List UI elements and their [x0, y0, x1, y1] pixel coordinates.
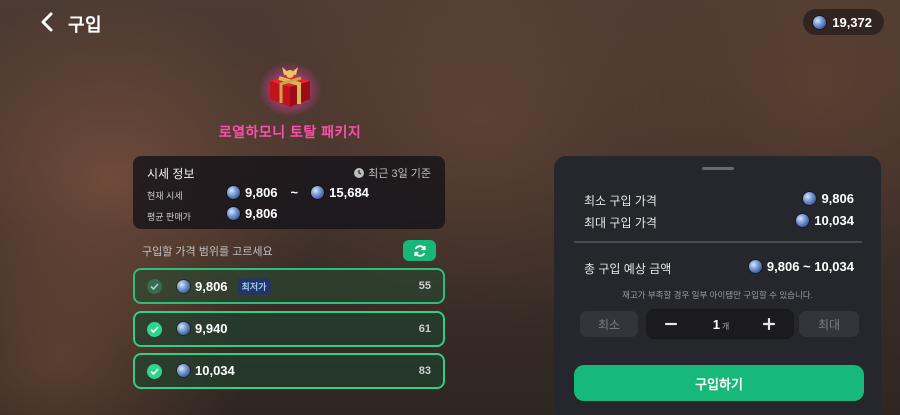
- back-button[interactable]: [36, 10, 60, 34]
- quantity-stepper: 1개: [646, 309, 794, 339]
- drag-handle[interactable]: [702, 167, 734, 170]
- check-icon: [147, 322, 162, 337]
- currency-balance: 19,372: [803, 9, 884, 35]
- coin-icon: [177, 364, 190, 377]
- balance-value: 19,372: [832, 14, 872, 30]
- price-option[interactable]: 10,034 83: [133, 353, 445, 389]
- minus-icon: [664, 322, 678, 326]
- refresh-button[interactable]: [403, 240, 436, 261]
- buy-button[interactable]: 구입하기: [574, 365, 864, 401]
- lowest-price-badge: 최저가: [236, 278, 272, 295]
- coin-icon: [311, 186, 325, 199]
- current-price-label: 현재 시세: [147, 191, 183, 201]
- option-count: 83: [418, 365, 431, 377]
- max-price-value: 10,034: [796, 213, 854, 228]
- min-price-label: 최소 구입 가격: [584, 194, 657, 208]
- option-price: 9,940: [177, 321, 228, 336]
- option-price: 10,034: [177, 363, 235, 378]
- quantity-value[interactable]: 1개: [701, 317, 741, 332]
- total-estimate-label: 총 구입 예상 금액: [584, 262, 672, 276]
- min-quantity-button[interactable]: 최소: [580, 311, 638, 337]
- plus-icon: [762, 317, 776, 331]
- choose-range-label: 구입할 가격 범위를 고르세요: [142, 246, 273, 258]
- price-info-title: 시세 정보: [147, 167, 195, 181]
- price-option[interactable]: 9,940 61: [133, 311, 445, 347]
- page-title: 구입: [68, 15, 103, 35]
- coin-icon: [748, 260, 762, 273]
- average-price-value: 9,806: [227, 206, 278, 221]
- max-price-label: 최대 구입 가격: [584, 216, 657, 230]
- option-count: 61: [418, 323, 431, 335]
- current-price-range: 9,806 ~ 15,684: [227, 185, 369, 200]
- price-info-box: 시세 정보 최근 3일 기준 현재 시세 9,806 ~ 15,684 평균 판…: [133, 156, 445, 229]
- price-option[interactable]: 9,806 최저가 55: [133, 268, 445, 304]
- coin-icon: [227, 207, 240, 220]
- coin-icon: [813, 15, 827, 29]
- coin-icon: [796, 214, 810, 227]
- check-icon: [147, 364, 162, 379]
- check-icon: [147, 279, 162, 294]
- purchase-panel: 최소 구입 가격 9,806 최대 구입 가격 10,034 총 구입 예상 금…: [554, 156, 881, 415]
- quantity-unit: 개: [721, 322, 730, 331]
- coin-icon: [803, 192, 817, 205]
- divider: [574, 241, 862, 243]
- option-price: 9,806 최저가: [177, 278, 272, 295]
- decrease-button[interactable]: [660, 313, 682, 335]
- chevron-left-icon: [41, 12, 53, 32]
- price-info-period: 최근 3일 기준: [354, 165, 431, 181]
- range-separator: ~: [290, 185, 299, 200]
- item-name: 로열하모니 토탈 패키지: [218, 124, 362, 140]
- average-price-label: 평균 판매가: [147, 212, 191, 222]
- total-estimate-value: 9,806 ~ 10,034: [748, 259, 854, 274]
- min-price-value: 9,806: [803, 191, 854, 206]
- max-quantity-button[interactable]: 최대: [799, 311, 859, 337]
- gift-box-icon: [258, 55, 322, 115]
- stock-notice: 재고가 부족할 경우 일부 아이템만 구입할 수 있습니다.: [622, 290, 813, 300]
- coin-icon: [227, 186, 240, 199]
- refresh-icon: [413, 244, 426, 257]
- coin-icon: [177, 280, 190, 293]
- clock-icon: [354, 168, 365, 178]
- option-count: 55: [418, 280, 431, 292]
- increase-button[interactable]: [758, 313, 780, 335]
- coin-icon: [177, 322, 190, 335]
